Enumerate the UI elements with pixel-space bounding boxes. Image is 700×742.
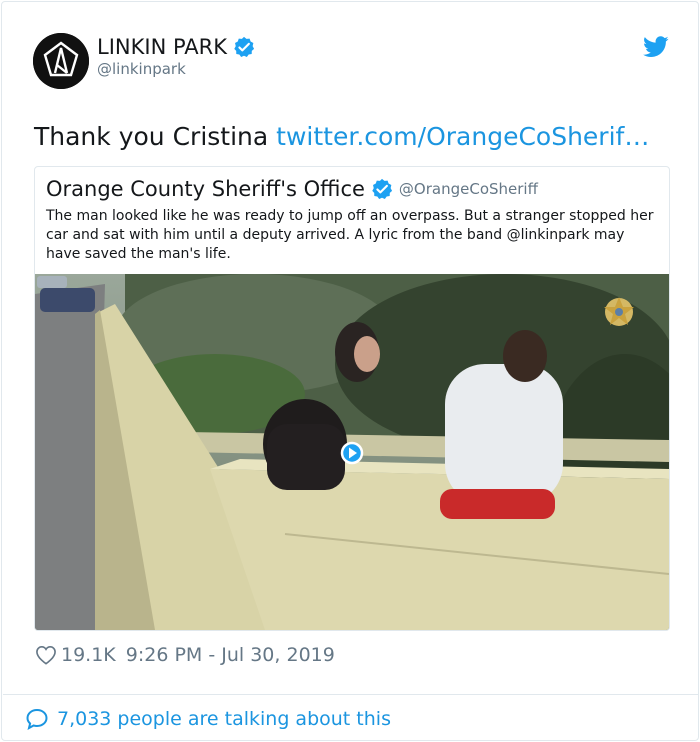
quoted-header: Orange County Sheriff's Office @OrangeCo… [46, 177, 538, 201]
quoted-tweet[interactable]: Orange County Sheriff's Office @OrangeCo… [34, 166, 670, 631]
divider [3, 694, 699, 695]
play-icon [340, 441, 364, 465]
author-name[interactable]: LINKIN PARK [97, 35, 227, 59]
tweet-text: Thank you Cristina twitter.com/OrangeCoS… [34, 122, 649, 151]
tweet-link[interactable]: twitter.com/OrangeCoSherif… [276, 122, 649, 151]
tweet-body: Thank you Cristina [34, 122, 277, 151]
author-avatar[interactable] [33, 33, 89, 89]
conversation-label[interactable]: 7,033 people are talking about this [57, 708, 391, 730]
like-count: 19.1K [61, 644, 116, 666]
author-name-row[interactable]: LINKIN PARK [97, 35, 255, 59]
tweet-card: LINKIN PARK @linkinpark Thank you Cristi… [1, 1, 699, 741]
verified-badge-icon [372, 178, 393, 199]
video-thumbnail[interactable] [35, 274, 669, 630]
quoted-author-name[interactable]: Orange County Sheriff's Office [46, 177, 365, 201]
heart-icon[interactable] [35, 645, 57, 665]
linkin-park-logo [33, 33, 89, 89]
quoted-author-handle[interactable]: @OrangeCoSheriff [399, 180, 538, 198]
conversation-link[interactable]: 7,033 people are talking about this [25, 707, 391, 731]
quoted-text: The man looked like he was ready to jump… [46, 208, 654, 262]
verified-badge-icon [234, 36, 255, 57]
like-group[interactable]: 19.1K [35, 644, 116, 666]
tweet-timestamp[interactable]: 9:26 PM - Jul 30, 2019 [126, 644, 335, 666]
twitter-bird-icon[interactable] [643, 36, 669, 62]
tweet-meta: 19.1K 9:26 PM - Jul 30, 2019 [35, 644, 335, 666]
author-handle[interactable]: @linkinpark [97, 60, 186, 78]
speech-bubble-icon [26, 708, 48, 730]
